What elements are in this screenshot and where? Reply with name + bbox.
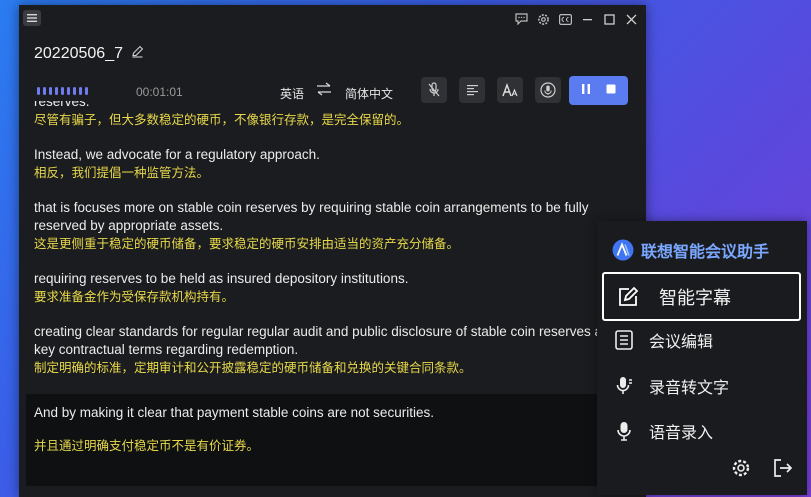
- chat-bubble-icon: [514, 13, 528, 25]
- current-chinese-translation: 并且通过明确支付稳定币不是有价证券。: [34, 438, 260, 453]
- transcript-segment: 尽管有骗子，但大多数稳定的硬币，不像银行存款，是完全保留的。: [34, 111, 634, 129]
- target-language[interactable]: 简体中文: [345, 85, 393, 102]
- audio-level-indicator: [37, 87, 88, 95]
- microphone-circle-icon: [540, 82, 556, 98]
- panel-settings-button[interactable]: [731, 458, 751, 483]
- transcript-segment: requiring reserves to be held as insured…: [34, 270, 634, 306]
- font-size-button[interactable]: [497, 77, 523, 103]
- audio-level-bar: [55, 87, 58, 95]
- stop-icon: [606, 84, 616, 93]
- menu-item-voice-input[interactable]: 语音录入: [615, 419, 713, 443]
- menu-item-meeting-edit[interactable]: 会议编辑: [615, 328, 713, 352]
- audio-level-bar: [79, 87, 82, 95]
- chinese-translation: 要求准备金作为受保存款机构持有。: [34, 289, 235, 304]
- audio-level-bar: [43, 87, 46, 95]
- menu-item-smart-subtitles[interactable]: 智能字幕: [602, 272, 801, 321]
- current-english-transcript: And by making it clear that payment stab…: [34, 405, 434, 420]
- settings-button[interactable]: [534, 10, 552, 28]
- rename-button[interactable]: [131, 45, 144, 63]
- brand-name: 联想智能会议助手: [641, 242, 770, 261]
- english-transcript: Instead, we advocate for a regulatory ap…: [34, 147, 320, 162]
- caption-mode-button[interactable]: [556, 10, 574, 28]
- recording-title-row: 20220506_7: [34, 45, 144, 63]
- swap-languages-button[interactable]: [316, 82, 332, 101]
- partial-english-line: reserves.: [34, 101, 90, 109]
- audio-level-bar: [49, 87, 52, 95]
- title-bar: [19, 5, 646, 31]
- brand-header: 联想智能会议助手: [612, 238, 769, 262]
- audio-level-bar: [67, 87, 70, 95]
- pause-icon: [581, 83, 590, 94]
- assistant-logo-icon: [612, 239, 634, 261]
- feedback-button[interactable]: [512, 10, 530, 28]
- chinese-translation: 制定明确的标准，定期审计和公开披露稳定的硬币储备和兑换的关键合同条款。: [34, 360, 472, 375]
- panel-footer: [731, 458, 793, 483]
- current-segment: And by making it clear that payment stab…: [26, 394, 646, 486]
- source-language[interactable]: 英语: [280, 85, 304, 102]
- recording-title: 20220506_7: [34, 45, 123, 62]
- audio-level-bar: [37, 87, 40, 95]
- exit-button[interactable]: [773, 458, 793, 483]
- english-transcript: requiring reserves to be held as insured…: [34, 271, 409, 286]
- menu-item-label: 会议编辑: [649, 332, 714, 351]
- logout-icon: [774, 459, 793, 477]
- edit-square-icon: [619, 286, 639, 306]
- audio-level-bar: [85, 87, 88, 95]
- english-transcript: creating clear standards for regular reg…: [34, 324, 618, 357]
- english-transcript: that is focuses more on stable coin rese…: [34, 200, 589, 233]
- elapsed-timer: 00:01:01: [136, 85, 183, 99]
- voice-input-button[interactable]: [535, 77, 561, 103]
- transcript-segment: that is focuses more on stable coin rese…: [34, 199, 634, 253]
- window-controls: [512, 10, 640, 28]
- audio-level-bar: [61, 87, 64, 95]
- menu-item-audio-to-text[interactable]: 录音转文字: [615, 374, 729, 398]
- stop-button[interactable]: [605, 82, 617, 100]
- menu-item-label: 语音录入: [649, 423, 714, 442]
- document-icon: [615, 330, 633, 350]
- text-layout-button[interactable]: [459, 77, 485, 103]
- chinese-translation: 这是更侧重于稳定的硬币储备，要求稳定的硬币安排由适当的资产充分储备。: [34, 236, 460, 251]
- gear-icon: [537, 13, 549, 25]
- mute-button[interactable]: [421, 77, 447, 103]
- menu-item-label: 智能字幕: [659, 287, 731, 309]
- pause-button[interactable]: [580, 82, 592, 100]
- minimize-icon: [582, 18, 592, 20]
- mic-to-text-icon: [616, 377, 632, 394]
- assistant-panel: 联想智能会议助手 智能字幕 会议编辑 录音转文字 语音录入: [597, 221, 807, 495]
- hamburger-icon: [27, 14, 37, 22]
- chinese-translation: 尽管有骗子，但大多数稳定的硬币，不像银行存款，是完全保留的。: [34, 112, 410, 127]
- caption-icon: [558, 13, 572, 25]
- partial-segment: reserves.: [34, 101, 634, 111]
- pencil-icon: [132, 45, 144, 58]
- audio-level-bar: [73, 87, 76, 95]
- transcript-segment: creating clear standards for regular reg…: [34, 323, 634, 377]
- gear-icon: [732, 459, 750, 477]
- text-align-icon: [466, 85, 478, 96]
- font-size-icon: [502, 83, 518, 97]
- microphone-icon: [617, 422, 631, 441]
- menu-button[interactable]: [23, 10, 41, 26]
- minimize-button[interactable]: [578, 10, 596, 28]
- transcript-list: reserves. 尽管有骗子，但大多数稳定的硬币，不像银行存款，是完全保留的。…: [34, 101, 634, 394]
- close-button[interactable]: [622, 10, 640, 28]
- close-icon: [626, 14, 636, 24]
- swap-arrows-icon: [317, 82, 331, 96]
- chinese-translation: 相反，我们提倡一种监管方法。: [34, 165, 210, 180]
- transcript-segment: Instead, we advocate for a regulatory ap…: [34, 146, 634, 182]
- mic-off-icon: [428, 82, 440, 97]
- subtitle-window: 20220506_7 00:01:01 英语 简体中文 reserves. 尽管…: [19, 5, 646, 497]
- maximize-icon: [603, 13, 615, 25]
- menu-item-label: 录音转文字: [649, 378, 730, 397]
- maximize-button[interactable]: [600, 10, 618, 28]
